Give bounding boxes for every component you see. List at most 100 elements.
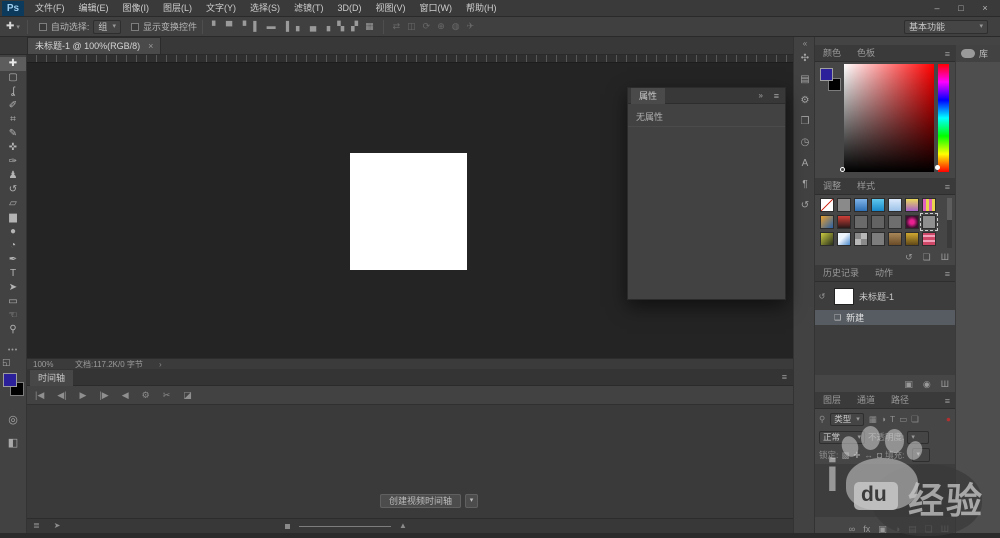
timeline-zoom-slider[interactable] <box>299 526 391 527</box>
dock-timeline-icon[interactable]: ◷ <box>801 137 810 148</box>
style-none[interactable] <box>820 198 834 212</box>
align-icon[interactable]: ▦ <box>365 21 374 32</box>
menu-3d[interactable]: 3D(D) <box>331 0 369 16</box>
gradient-tool[interactable]: ▆ <box>0 211 26 225</box>
edit-toolbar-icon[interactable]: ••• <box>0 347 26 354</box>
new-style-icon[interactable]: ❏ <box>923 252 931 263</box>
tab-color[interactable]: 颜色 <box>815 45 849 61</box>
menu-image[interactable]: 图像(I) <box>116 0 157 16</box>
tab-properties[interactable]: 属性 <box>631 88 665 104</box>
align-icon[interactable]: ▄ <box>310 21 316 32</box>
style-swatch[interactable] <box>888 198 902 212</box>
menu-edit[interactable]: 编辑(E) <box>72 0 116 16</box>
quick-selection-tool[interactable]: ✐ <box>0 99 26 113</box>
tab-styles[interactable]: 样式 <box>849 178 883 194</box>
prev-frame-icon[interactable]: ◀| <box>57 390 66 401</box>
crop-tool[interactable]: ⌗ <box>0 113 26 127</box>
document-canvas[interactable] <box>350 153 467 270</box>
workspace-dropdown[interactable]: 基本功能▾ <box>904 20 988 34</box>
tab-layers[interactable]: 图层 <box>815 392 849 408</box>
auto-select-dropdown[interactable]: 组▾ <box>93 20 121 34</box>
tool-preset-caret-icon[interactable]: ▾ <box>16 23 20 31</box>
tab-paths[interactable]: 路径 <box>883 392 917 408</box>
history-brush-tool[interactable]: ↺ <box>0 183 26 197</box>
blur-tool[interactable]: ● <box>0 225 26 239</box>
render-video-icon[interactable]: ≣ <box>33 521 40 530</box>
flowchart-icon[interactable]: ➤ <box>54 521 61 530</box>
style-swatch[interactable] <box>837 232 851 246</box>
lock-transparent-icon[interactable]: ▩ <box>841 450 849 461</box>
align-icon[interactable]: ▘ <box>212 21 219 32</box>
delete-state-icon[interactable]: Ш <box>941 379 949 390</box>
panel-menu-icon[interactable]: ≡ <box>782 372 787 382</box>
marquee-tool[interactable]: ▢ <box>0 71 26 85</box>
menu-view[interactable]: 视图(V) <box>369 0 413 16</box>
tab-adjustments[interactable]: 调整 <box>815 178 849 194</box>
tab-history[interactable]: 历史记录 <box>815 265 867 281</box>
align-icon[interactable]: ▀ <box>226 21 232 32</box>
rectangle-tool[interactable]: ▭ <box>0 295 26 309</box>
align-icon[interactable]: ▝ <box>239 21 246 32</box>
minimize-button[interactable]: – <box>930 3 944 13</box>
dock-paragraph-icon[interactable]: ¶ <box>802 179 807 190</box>
transition-icon[interactable]: ◪ <box>183 390 192 401</box>
style-swatch[interactable] <box>888 215 902 229</box>
lock-all-icon[interactable]: ◘ <box>877 450 882 461</box>
show-transform-checkbox[interactable] <box>131 23 139 31</box>
style-swatch[interactable] <box>854 232 868 246</box>
foreground-color-swatch[interactable] <box>820 68 833 81</box>
fill-dropdown[interactable]: ▾ <box>912 448 930 462</box>
style-swatch[interactable] <box>837 198 851 212</box>
new-snapshot-icon[interactable]: ◉ <box>923 379 931 390</box>
history-snapshot-row[interactable]: ↺ 未标题-1 <box>815 285 955 307</box>
properties-header[interactable]: 属性 » ≡ <box>628 88 785 104</box>
style-swatch[interactable] <box>871 198 885 212</box>
align-icon[interactable]: ▬ <box>267 21 276 32</box>
style-swatch[interactable] <box>854 215 868 229</box>
style-swatch[interactable] <box>888 232 902 246</box>
dock-histogram-icon[interactable]: ▤ <box>800 74 809 85</box>
zoom-tool[interactable]: ⚲ <box>0 323 26 337</box>
filter-toggle-icon[interactable]: ● <box>946 414 951 424</box>
dock-character-icon[interactable]: A <box>802 158 809 169</box>
style-swatch[interactable] <box>905 232 919 246</box>
move-tool[interactable]: ✚ <box>0 57 26 71</box>
path-selection-tool[interactable]: ➤ <box>0 281 26 295</box>
style-swatch[interactable] <box>905 198 919 212</box>
panel-menu-icon[interactable]: ≡ <box>945 49 950 59</box>
audio-icon[interactable]: ◀ <box>122 390 129 401</box>
align-icon[interactable]: ▚ <box>337 21 344 32</box>
tab-swatches[interactable]: 色板 <box>849 45 883 61</box>
lasso-tool[interactable]: ʆ <box>0 85 26 99</box>
settings-icon[interactable]: ⚙ <box>142 390 150 401</box>
align-icon[interactable]: ▖ <box>296 21 303 32</box>
zoom-in-icon[interactable]: ▲ <box>399 521 407 530</box>
style-swatch[interactable] <box>837 215 851 229</box>
new-doc-from-state-icon[interactable]: ▣ <box>904 379 913 390</box>
maximize-button[interactable]: □ <box>954 3 968 13</box>
style-swatch[interactable] <box>905 215 919 229</box>
hue-slider[interactable] <box>938 64 949 172</box>
dodge-tool[interactable]: ◔ <box>0 239 26 253</box>
filter-kind-dropdown[interactable]: 类型▾ <box>830 413 864 426</box>
menu-help[interactable]: 帮助(H) <box>459 0 504 16</box>
split-icon[interactable]: ✂ <box>163 390 171 401</box>
expand-dock-icon[interactable]: « <box>794 39 816 48</box>
delete-style-icon[interactable]: Ш <box>941 252 949 263</box>
eraser-tool[interactable]: ▱ <box>0 197 26 211</box>
dock-clone-source-icon[interactable]: ✣ <box>801 53 809 64</box>
style-swatch[interactable] <box>922 215 936 229</box>
tab-actions[interactable]: 动作 <box>867 265 901 281</box>
style-swatch[interactable] <box>820 215 834 229</box>
style-swatch[interactable] <box>922 198 936 212</box>
clear-style-icon[interactable]: ↺ <box>905 252 913 263</box>
timeline-type-caret[interactable]: ▾ <box>465 494 478 508</box>
create-video-timeline-button[interactable]: 创建视频时间轴 <box>380 494 461 508</box>
panel-menu-icon[interactable]: ≡ <box>945 269 950 279</box>
panel-menu-icon[interactable]: ≡ <box>774 91 779 101</box>
filter-type-icon[interactable]: T <box>890 414 895 425</box>
filter-pixel-icon[interactable]: ▦ <box>869 414 877 425</box>
libraries-header[interactable]: 库 <box>956 45 1000 62</box>
clone-stamp-tool[interactable]: ♟ <box>0 169 26 183</box>
collapse-panel-icon[interactable]: » <box>759 91 763 100</box>
